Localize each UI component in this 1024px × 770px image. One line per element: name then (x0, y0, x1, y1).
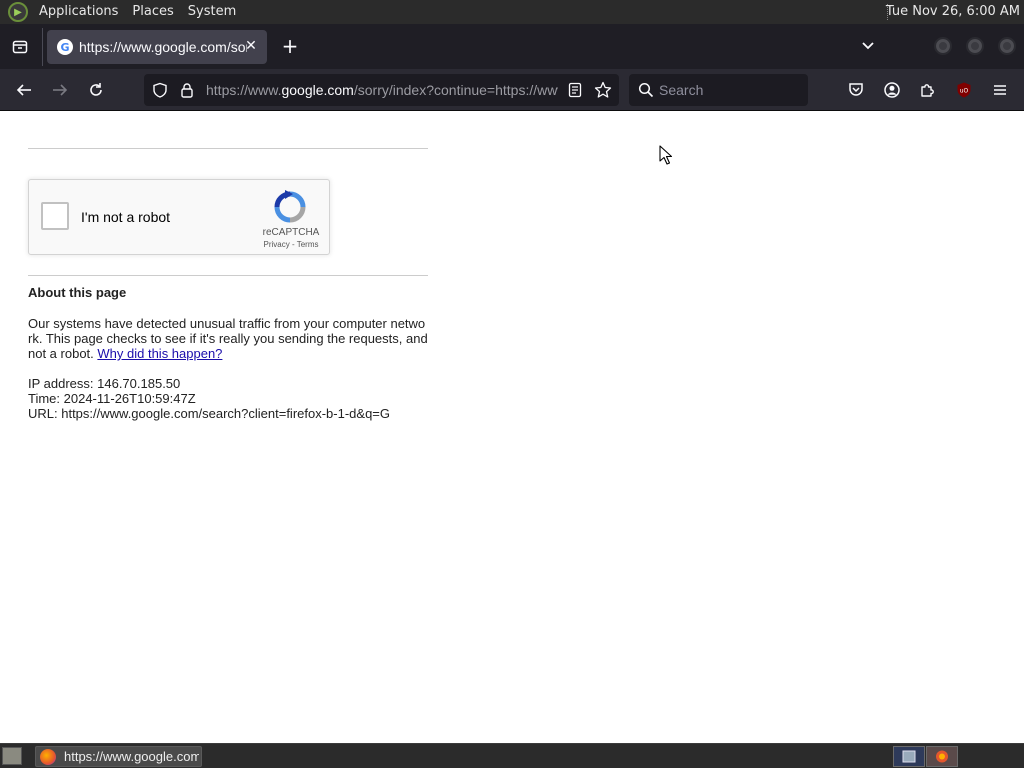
recaptcha-widget: I'm not a robot reCAPTCHA Privacy - Term… (28, 179, 330, 255)
taskbar-firefox-window[interactable]: https://www.google.com/sorry/index (35, 746, 202, 767)
about-body-text: Our systems have detected unusual traffi… (28, 316, 428, 361)
url-prefix: https://www. (206, 82, 282, 98)
middle-divider (28, 275, 428, 276)
tracking-protection-shield-icon[interactable] (152, 82, 168, 102)
recaptcha-links-separator: - (289, 240, 297, 249)
account-icon[interactable] (881, 79, 903, 101)
reload-icon[interactable] (85, 79, 107, 101)
ublock-origin-icon[interactable]: uO (953, 79, 975, 101)
search-input[interactable] (659, 74, 799, 106)
lock-icon[interactable] (179, 82, 195, 102)
menu-system[interactable]: System (181, 0, 243, 24)
clock[interactable]: Tue Nov 26, 6:00 AM (886, 0, 1020, 24)
workspace-2[interactable] (926, 746, 958, 767)
page-content: I'm not a robot reCAPTCHA Privacy - Term… (0, 111, 1024, 743)
forward-arrow-icon[interactable] (49, 79, 71, 101)
tab-title: https://www.google.com/sorry/index?conti… (79, 39, 247, 55)
recaptcha-brand: reCAPTCHA (262, 227, 320, 238)
tab-separator (42, 28, 43, 66)
reader-view-icon[interactable] (567, 82, 583, 102)
recaptcha-checkbox[interactable] (41, 202, 69, 230)
recaptcha-label: I'm not a robot (81, 209, 171, 225)
taskbar: https://www.google.com/sorry/index (0, 743, 1024, 768)
about-body: Our systems have detected unusual traffi… (28, 316, 428, 361)
distro-logo-icon[interactable]: ▶ (8, 2, 28, 22)
pocket-icon[interactable] (845, 79, 867, 101)
google-icon: G (57, 39, 73, 55)
blocked-url: URL: https://www.google.com/search?clien… (28, 406, 391, 421)
recaptcha-privacy-link[interactable]: Privacy (264, 240, 290, 249)
url-bar[interactable]: https://www.google.com/sorry/index?conti… (144, 74, 619, 106)
nav-toolbar: https://www.google.com/sorry/index?conti… (0, 69, 1024, 111)
timestamp: Time: 2024-11-26T10:59:47Z (28, 391, 196, 406)
show-desktop-icon[interactable] (2, 747, 22, 765)
url-host: google.com (281, 82, 354, 98)
menu-applications[interactable]: Applications (32, 0, 125, 24)
ip-address: IP address: 146.70.185.50 (28, 376, 181, 391)
firefox-icon (40, 748, 56, 765)
top-panel: ▶ Applications Places System Tue Nov 26,… (0, 0, 1024, 24)
maximize-button[interactable] (966, 37, 984, 55)
about-heading: About this page (28, 285, 127, 300)
taskbar-window-label: https://www.google.com/sorry/index (64, 749, 199, 764)
url-path: /sorry/index?continue=https://www.google… (353, 82, 558, 98)
menu-places[interactable]: Places (125, 0, 180, 24)
extensions-puzzle-icon[interactable] (917, 79, 939, 101)
bookmark-star-icon[interactable] (594, 81, 612, 103)
list-all-tabs-icon[interactable] (859, 36, 877, 54)
firefox-view-icon[interactable] (10, 37, 30, 57)
svg-text:uO: uO (960, 88, 969, 95)
top-divider (28, 148, 428, 149)
hamburger-menu-icon[interactable] (989, 79, 1011, 101)
workspace-1[interactable] (893, 746, 925, 767)
close-window-button[interactable] (998, 37, 1016, 55)
tab-google[interactable]: G https://www.google.com/sorry/index?con… (47, 30, 267, 64)
url-text[interactable]: https://www.google.com/sorry/index?conti… (206, 74, 558, 106)
minimize-button[interactable] (934, 37, 952, 55)
tab-strip: G https://www.google.com/sorry/index?con… (0, 24, 1024, 69)
search-bar[interactable] (629, 74, 808, 106)
recaptcha-logo-icon (272, 190, 308, 224)
tab-close-icon[interactable]: ✕ (243, 38, 259, 54)
back-arrow-icon[interactable] (13, 79, 35, 101)
search-icon (638, 82, 654, 102)
why-link[interactable]: Why did this happen? (97, 346, 222, 361)
recaptcha-links: Privacy - Terms (257, 240, 325, 249)
recaptcha-terms-link[interactable]: Terms (297, 240, 319, 249)
mouse-cursor-icon (659, 145, 673, 165)
about-section: About this page Our systems have detecte… (28, 285, 428, 421)
new-tab-icon[interactable]: + (280, 36, 300, 56)
